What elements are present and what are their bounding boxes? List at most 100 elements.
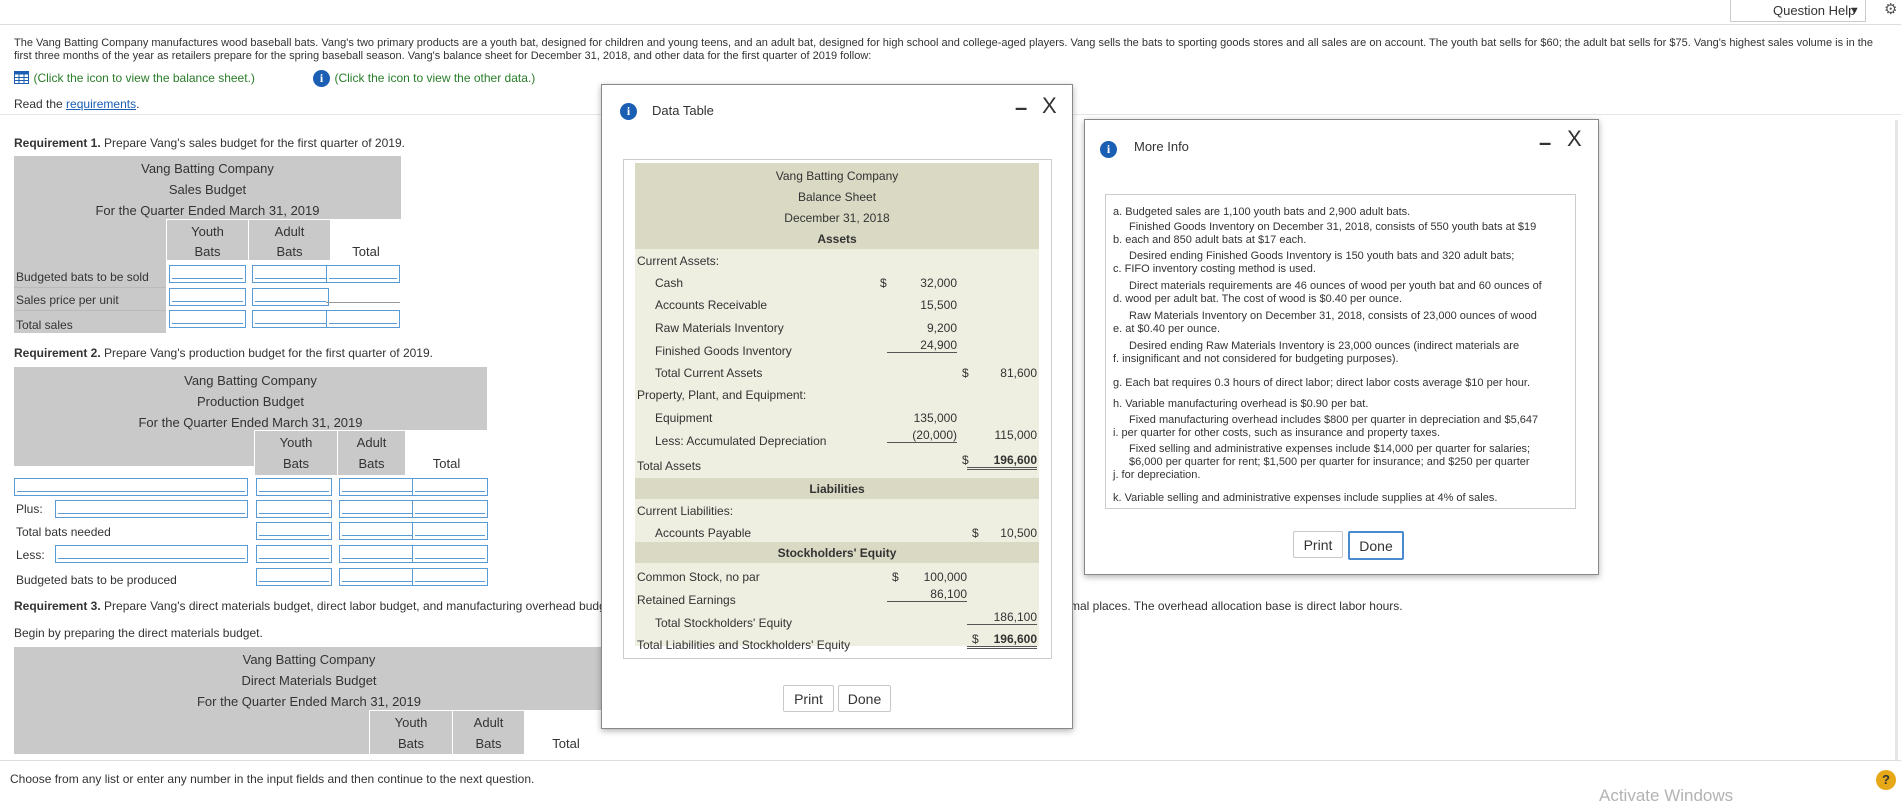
row-divider (14, 287, 166, 288)
info-item-f1: Desired ending Raw Materials Inventory i… (1129, 340, 1520, 352)
sales-total-adult-input[interactable] (252, 310, 329, 328)
req2-bold: Requirement 2. (14, 346, 101, 360)
info-item-j2: $6,000 per quarter for rent; $1,500 per … (1129, 456, 1530, 468)
requirements-link[interactable]: requirements (66, 97, 136, 111)
bs-equipment: Equipment (655, 411, 713, 425)
prod-col-youth-1: Youth (279, 435, 313, 450)
info-icon: i (620, 103, 637, 120)
question-help-button[interactable]: Question Help ▼ (1730, 0, 1866, 22)
prod-r5-youth-input[interactable] (256, 568, 332, 586)
sales-price-adult-input[interactable] (252, 288, 329, 306)
bs-tse: Total Stockholders' Equity (655, 616, 793, 630)
bs-re-value: 86,100 (887, 587, 967, 602)
info-item-j3: j. for depreciation. (1113, 469, 1201, 481)
info-item-g: g. Each bat requires 0.3 hours of direct… (1113, 377, 1531, 389)
production-label-col-bg (14, 430, 254, 466)
info-item-j1: Fixed selling and administrative expense… (1129, 443, 1531, 455)
dm-col-youth-2: Bats (397, 736, 424, 751)
balance-sheet-link-text: (Click the icon to view the balance shee… (33, 71, 255, 85)
sales-col-youth-2: Bats (194, 244, 221, 259)
dm-col-total: Total (552, 736, 580, 751)
other-data-link-text: (Click the icon to view the other data.) (334, 71, 536, 85)
data-table-print-button[interactable]: Print (783, 685, 834, 712)
prod-r2-adult-input[interactable] (339, 500, 415, 518)
prod-r4-youth-input[interactable] (256, 545, 332, 563)
prod-r4-adult-input[interactable] (339, 545, 415, 563)
info-item-c2: c. FIFO inventory costing method is used… (1113, 263, 1316, 275)
bs-accdep: Less: Accumulated Depreciation (655, 434, 827, 448)
req2-text: Prepare Vang's production budget for the… (100, 346, 433, 360)
sales-bats-adult-input[interactable] (252, 265, 329, 283)
bs-tse-value: 186,100 (967, 610, 1037, 625)
bs-cash: Cash (655, 276, 684, 290)
bs-company: Vang Batting Company (775, 169, 899, 183)
req1-text: Prepare Vang's sales budget for the firs… (100, 136, 405, 150)
bs-rmi-value: 9,200 (926, 321, 957, 335)
sales-total-youth-input[interactable] (169, 310, 246, 328)
info-item-k: k. Variable selling and administrative e… (1113, 492, 1498, 504)
bs-ar: Accounts Receivable (655, 298, 768, 312)
prod-r5-total-input[interactable] (412, 568, 488, 586)
prod-r1-adult-input[interactable] (339, 478, 415, 496)
bs-title: Balance Sheet (797, 190, 877, 204)
question-help-label: Question Help (1773, 3, 1856, 18)
bs-total-assets: Total Assets (637, 459, 702, 473)
sales-bats-total-input[interactable] (326, 265, 400, 283)
production-title: Production Budget (197, 394, 304, 409)
more-info-done-button[interactable]: Done (1348, 531, 1404, 560)
bs-common-stock: Common Stock, no par (637, 570, 760, 584)
sales-price-youth-input[interactable] (169, 288, 246, 306)
bs-tca-sign: $ (962, 366, 969, 380)
production-period: For the Quarter Ended March 31, 2019 (138, 415, 363, 430)
prod-r3-total-input[interactable] (412, 522, 488, 540)
help-circle-icon[interactable]: ? (1876, 770, 1896, 790)
bs-tca: Total Current Assets (655, 366, 763, 380)
close-icon[interactable]: X (1567, 126, 1582, 152)
sales-price-total-underline (326, 302, 400, 303)
more-info-dialog: i More Info – X a. Budgeted sales are 1,… (1084, 119, 1599, 575)
prod-r1-total-input[interactable] (412, 478, 488, 496)
prod-r4-total-input[interactable] (412, 545, 488, 563)
minimize-icon[interactable]: – (1539, 130, 1551, 156)
prod-r2-total-input[interactable] (412, 500, 488, 518)
requirement-2-label: Requirement 2. Prepare Vang's production… (14, 346, 433, 360)
read-suffix: . (136, 97, 140, 111)
dm-title: Direct Materials Budget (241, 673, 377, 688)
prod-r5-adult-input[interactable] (339, 568, 415, 586)
bats-produced-label: Budgeted bats to be produced (16, 573, 177, 587)
caret-down-icon: ▼ (1849, 5, 1860, 17)
info-item-e2: e. at $0.40 per ounce. (1113, 323, 1221, 335)
req3-text: Prepare Vang's direct materials budget, … (100, 599, 613, 613)
sales-bats-youth-input[interactable] (169, 265, 246, 283)
prod-r2-youth-input[interactable] (256, 500, 332, 518)
bs-tca-value: 81,600 (1000, 366, 1037, 380)
prod-r3-youth-input[interactable] (256, 522, 332, 540)
production-plus-input[interactable] (55, 500, 248, 518)
scrollbar[interactable] (1895, 120, 1898, 760)
more-info-print-button[interactable]: Print (1293, 531, 1343, 558)
req3-bold: Requirement 3. (14, 599, 101, 613)
other-data-link[interactable]: i (Click the icon to view the other data… (313, 69, 535, 87)
sales-total-total-input[interactable] (326, 310, 400, 328)
production-less-input[interactable] (55, 545, 248, 563)
dm-col-youth-1: Youth (394, 715, 428, 730)
dm-col-adult-1: Adult (473, 715, 504, 730)
prod-col-youth-2: Bats (282, 456, 309, 471)
gear-icon[interactable]: ⚙ (1884, 0, 1897, 18)
sales-row-label: Sales price per unit (16, 293, 119, 307)
balance-sheet-link[interactable]: (Click the icon to view the balance shee… (14, 69, 255, 87)
dm-period: For the Quarter Ended March 31, 2019 (196, 694, 421, 709)
prod-r3-adult-input[interactable] (339, 522, 415, 540)
bs-tlse-value: 196,600 (967, 632, 1037, 649)
data-table-done-button[interactable]: Done (838, 685, 891, 712)
close-icon[interactable]: X (1042, 93, 1057, 119)
info-item-d2: d. wood per adult bat. The cost of wood … (1113, 293, 1403, 305)
info-item-b1: Finished Goods Inventory on December 31,… (1129, 221, 1537, 233)
problem-intro: The Vang Batting Company manufactures wo… (14, 37, 1874, 62)
minimize-icon[interactable]: – (1015, 95, 1027, 121)
bs-cs-value: 100,000 (923, 570, 967, 584)
dm-company: Vang Batting Company (242, 652, 376, 667)
info-item-i2: i. per quarter for other costs, such as … (1113, 427, 1441, 439)
production-row-1-label-input[interactable] (14, 478, 248, 496)
prod-r1-youth-input[interactable] (256, 478, 332, 496)
